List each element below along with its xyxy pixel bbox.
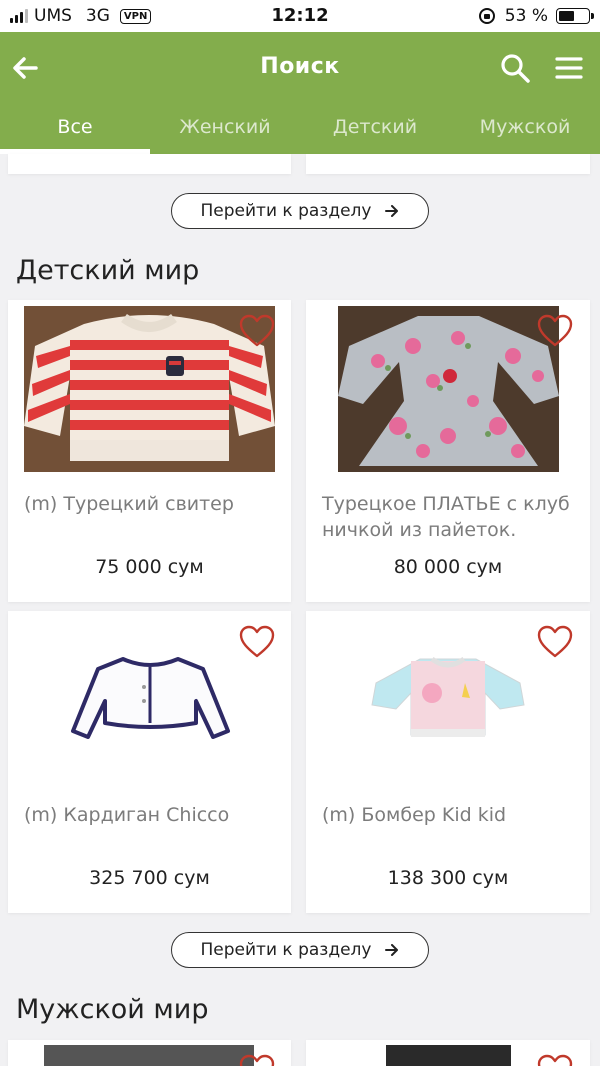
- goto-section-button[interactable]: Перейти к разделу: [171, 932, 429, 968]
- tab-kids[interactable]: Детский: [300, 112, 450, 154]
- search-icon[interactable]: [498, 51, 532, 85]
- product-price: 75 000 сум: [95, 556, 204, 578]
- favorite-heart-icon[interactable]: [536, 625, 574, 659]
- category-tabs: Все Женский Детский Мужской: [0, 112, 600, 154]
- product-name: (m) Кардиган Chicco: [24, 804, 230, 826]
- product-card[interactable]: (m) Бомбер Kid kid 138 300 сум: [306, 611, 590, 913]
- product-image-bomber: [371, 656, 525, 737]
- goto-section-label: Перейти к разделу: [200, 201, 372, 221]
- product-image-dress: [338, 306, 559, 472]
- favorite-heart-icon[interactable]: [238, 1054, 276, 1066]
- product-price: 80 000 сум: [393, 556, 503, 578]
- product-image-cardigan: [71, 657, 230, 739]
- favorite-heart-icon[interactable]: [238, 625, 276, 659]
- status-bar: UMS 3G VPN 12:12 53 %: [0, 0, 600, 32]
- goto-section-label: Перейти к разделу: [200, 940, 372, 960]
- tab-women[interactable]: Женский: [150, 112, 300, 154]
- product-card-partial[interactable]: [8, 1040, 291, 1066]
- arrow-right-icon: [385, 944, 399, 956]
- product-image-partial: [386, 1045, 511, 1066]
- rotation-lock-icon: [478, 8, 495, 24]
- section-title-men: Мужской мир: [16, 994, 209, 1025]
- section-title-kids: Детский мир: [16, 255, 200, 286]
- product-card-partial[interactable]: [306, 1040, 590, 1066]
- app-header: Поиск Все Женский Детский Мужской: [0, 32, 600, 154]
- product-card-partial[interactable]: [8, 154, 291, 174]
- favorite-heart-icon[interactable]: [536, 314, 574, 348]
- product-name: Турецкое ПЛАТЬЕ с клубничкой из пайеток.: [322, 493, 570, 541]
- product-card-partial[interactable]: [306, 154, 590, 174]
- favorite-heart-icon[interactable]: [238, 314, 276, 348]
- product-card[interactable]: (m) Турецкий свитер 75 000 сум: [8, 300, 291, 602]
- battery-percent: 53 %: [504, 6, 548, 26]
- product-price: 138 300 сум: [387, 867, 509, 889]
- product-name: (m) Турецкий свитер: [24, 493, 234, 515]
- battery-icon: [556, 8, 594, 24]
- favorite-heart-icon[interactable]: [536, 1054, 574, 1066]
- product-image-partial: [44, 1045, 254, 1066]
- product-name: (m) Бомбер Kid kid: [322, 804, 507, 826]
- tab-men[interactable]: Мужской: [450, 112, 600, 154]
- tab-all[interactable]: Все: [0, 112, 150, 154]
- product-card[interactable]: Турецкое ПЛАТЬЕ с клубничкой из пайеток.…: [306, 300, 590, 602]
- arrow-right-icon: [385, 205, 399, 217]
- goto-section-button[interactable]: Перейти к разделу: [171, 193, 429, 229]
- product-card[interactable]: (m) Кардиган Chicco 325 700 сум: [8, 611, 291, 913]
- product-price: 325 700 сум: [89, 867, 210, 889]
- menu-icon[interactable]: [552, 52, 586, 84]
